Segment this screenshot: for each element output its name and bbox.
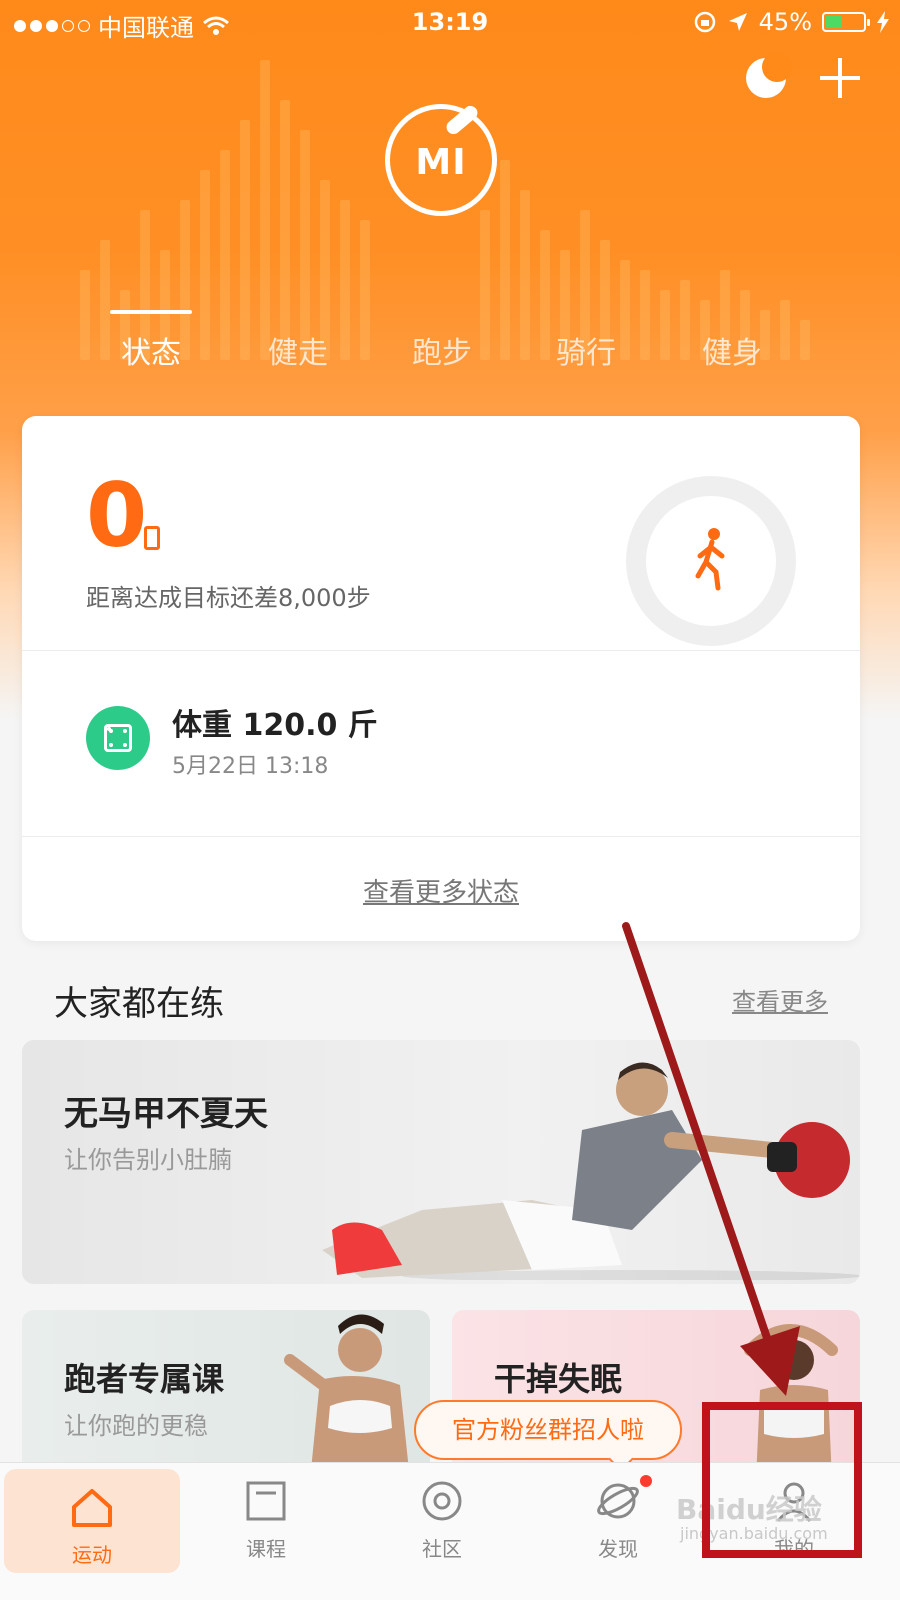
tab-running[interactable]: 跑步 <box>372 328 512 372</box>
tabbar-label: 社区 <box>422 1537 462 1561</box>
charging-icon <box>877 11 889 33</box>
home-icon <box>72 1489 112 1527</box>
tab-cycling[interactable]: 骑行 <box>516 328 656 372</box>
tile-subtitle: 让你跑的更稳 <box>64 1412 208 1440</box>
add-icon[interactable] <box>820 58 860 98</box>
active-tab-indicator <box>110 310 192 314</box>
runner-image <box>284 1314 410 1480</box>
tabbar-label: 运动 <box>72 1543 112 1567</box>
runner-course-card[interactable]: 跑者专属课 让你跑的更稳 <box>22 1310 430 1480</box>
divider <box>22 650 860 651</box>
weight-timestamp: 5月22日 13:18 <box>172 754 329 779</box>
tab-fitness[interactable]: 健身 <box>662 328 802 372</box>
weight-value[interactable]: 体重 120.0 斤 <box>172 700 378 744</box>
mi-logo[interactable]: MI <box>385 103 497 216</box>
sleep-mode-icon[interactable] <box>746 52 792 98</box>
tile-title: 干掉失眠 <box>494 1360 623 1398</box>
battery-icon <box>822 12 870 32</box>
goal-remaining-text: 距离达成目标还差8,000步 <box>86 584 371 612</box>
section-more-link[interactable]: 查看更多 <box>732 982 828 1017</box>
battery-percent: 45% <box>758 8 812 36</box>
course-icon <box>246 1481 286 1521</box>
status-bar: 中国联通 13:19 45% <box>0 0 900 44</box>
scale-icon <box>86 706 150 770</box>
location-icon <box>728 13 747 31</box>
banner-title: 无马甲不夏天 <box>64 1094 268 1134</box>
step-count: 0 <box>86 464 148 567</box>
athlete-image <box>322 1062 860 1280</box>
workout-banner[interactable]: 无马甲不夏天 让你告别小肚腩 <box>22 1040 860 1284</box>
status-card: 0 距离达成目标还差8,000步 体重 120.0 斤 5月22日 13:18 … <box>22 416 860 941</box>
annotation-highlight-box <box>702 1402 862 1558</box>
tabbar-item-community[interactable]: 社区 <box>354 1463 530 1573</box>
tab-status[interactable]: 状态 <box>81 328 221 372</box>
step-progress-ring[interactable] <box>626 476 796 646</box>
phone-icon <box>144 526 160 550</box>
discover-icon <box>597 1483 639 1519</box>
section-title: 大家都在练 <box>54 984 224 1024</box>
more-status-link[interactable]: 查看更多状态 <box>22 872 860 909</box>
community-icon <box>422 1481 462 1521</box>
notification-badge <box>640 1475 652 1487</box>
tabbar-item-course[interactable]: 课程 <box>178 1463 354 1573</box>
tabbar-item-sport[interactable]: 运动 <box>4 1469 180 1573</box>
fan-group-toast[interactable]: 官方粉丝群招人啦 <box>414 1400 682 1460</box>
banner-subtitle: 让你告别小肚腩 <box>64 1146 232 1174</box>
activity-tabs: 状态 健走 跑步 骑行 健身 <box>0 328 900 388</box>
walking-person-icon <box>695 528 725 591</box>
tile-title: 跑者专属课 <box>64 1360 225 1398</box>
divider <box>22 836 860 837</box>
rotation-lock-icon <box>694 11 715 33</box>
tab-walking[interactable]: 健走 <box>228 328 368 372</box>
tabbar-label: 课程 <box>246 1537 286 1561</box>
